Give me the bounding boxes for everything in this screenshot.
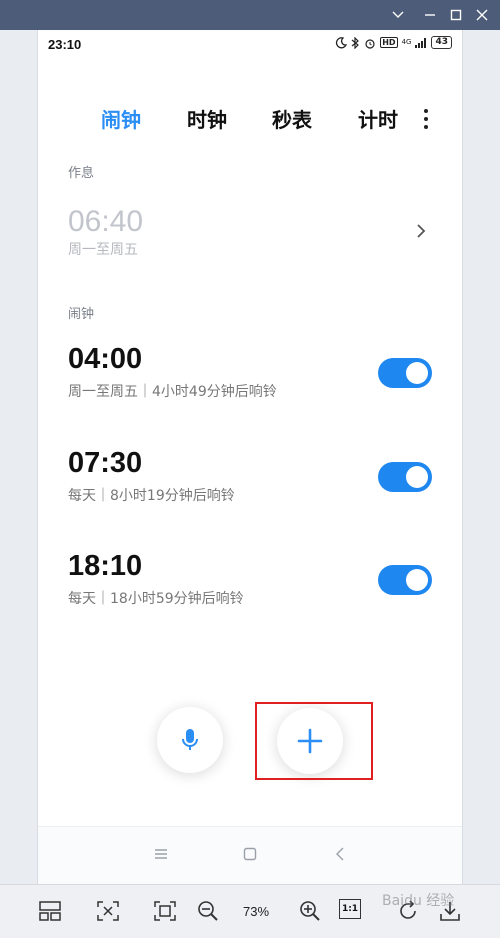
alarm-toggle[interactable] — [378, 358, 432, 388]
rest-section-label: 作息 — [68, 166, 95, 181]
minimize-icon[interactable] — [420, 5, 440, 25]
fit-window-icon[interactable] — [96, 899, 120, 923]
back-icon[interactable] — [335, 847, 345, 861]
more-options-icon[interactable] — [420, 106, 432, 132]
alarm-clock-icon — [365, 38, 375, 49]
navigation-bar — [38, 826, 462, 884]
alarm-detail: 每天｜18小时59分钟后响铃 — [68, 591, 244, 607]
alarm-item[interactable]: 04:00 周一至周五｜4小时49分钟后响铃 — [38, 343, 462, 423]
tab-clock[interactable]: 时钟 — [187, 104, 227, 133]
home-icon[interactable] — [243, 847, 257, 861]
status-bar: 23:10 HD 4G 43 — [38, 30, 462, 58]
battery-indicator: 43 — [431, 36, 452, 49]
tab-stopwatch[interactable]: 秒表 — [272, 104, 312, 133]
fullscreen-icon[interactable] — [153, 899, 177, 923]
voice-alarm-button[interactable] — [157, 707, 223, 773]
tab-alarm[interactable]: 闹钟 — [101, 104, 141, 133]
alarm-toggle[interactable] — [378, 565, 432, 595]
highlight-box — [255, 702, 373, 780]
alarm-detail: 周一至周五｜4小时49分钟后响铃 — [68, 384, 277, 400]
close-icon[interactable] — [472, 5, 492, 25]
zoom-out-icon[interactable] — [196, 899, 220, 923]
alarm-toggle[interactable] — [378, 462, 432, 492]
alarm-section-label: 闹钟 — [68, 307, 95, 322]
moon-icon — [336, 36, 348, 48]
maximize-icon[interactable] — [446, 5, 466, 25]
signal-icon — [415, 37, 427, 48]
zoom-in-icon[interactable] — [298, 899, 322, 923]
phone-screen: 23:10 HD 4G 43 闹钟 时钟 秒表 计时 作息 06:40 周一至周… — [37, 30, 463, 884]
tab-timer[interactable]: 计时 — [358, 104, 398, 133]
bluetooth-icon — [351, 36, 360, 49]
menu-icon[interactable] — [154, 847, 168, 861]
watermark-text: Baidu 经验 — [382, 893, 455, 909]
chevron-right-icon[interactable] — [416, 223, 426, 239]
top-tabs: 闹钟 时钟 秒表 计时 — [38, 104, 462, 138]
actual-size-button[interactable]: 1:1 — [339, 899, 361, 919]
network-type: 4G — [401, 38, 412, 46]
alarm-detail: 每天｜8小时19分钟后响铃 — [68, 488, 235, 504]
zoom-level: 73% — [243, 904, 270, 919]
chevron-down-icon[interactable] — [388, 5, 408, 25]
status-time: 23:10 — [48, 37, 82, 52]
alarm-item[interactable]: 18:10 每天｜18小时59分钟后响铃 — [38, 550, 462, 630]
rest-repeat: 周一至周五 — [68, 242, 138, 258]
rest-time[interactable]: 06:40 — [68, 205, 143, 239]
alarm-time: 07:30 — [68, 447, 143, 479]
watermark: Baidu 经验 — [380, 884, 470, 924]
microphone-icon — [182, 729, 198, 750]
alarm-time: 18:10 — [68, 550, 143, 582]
layout-icon[interactable] — [38, 899, 62, 923]
alarm-time: 04:00 — [68, 343, 143, 375]
status-icons: HD 4G 43 — [335, 36, 452, 49]
alarm-item[interactable]: 07:30 每天｜8小时19分钟后响铃 — [38, 447, 462, 527]
window-titlebar — [0, 0, 500, 30]
hd-icon: HD — [380, 37, 398, 48]
